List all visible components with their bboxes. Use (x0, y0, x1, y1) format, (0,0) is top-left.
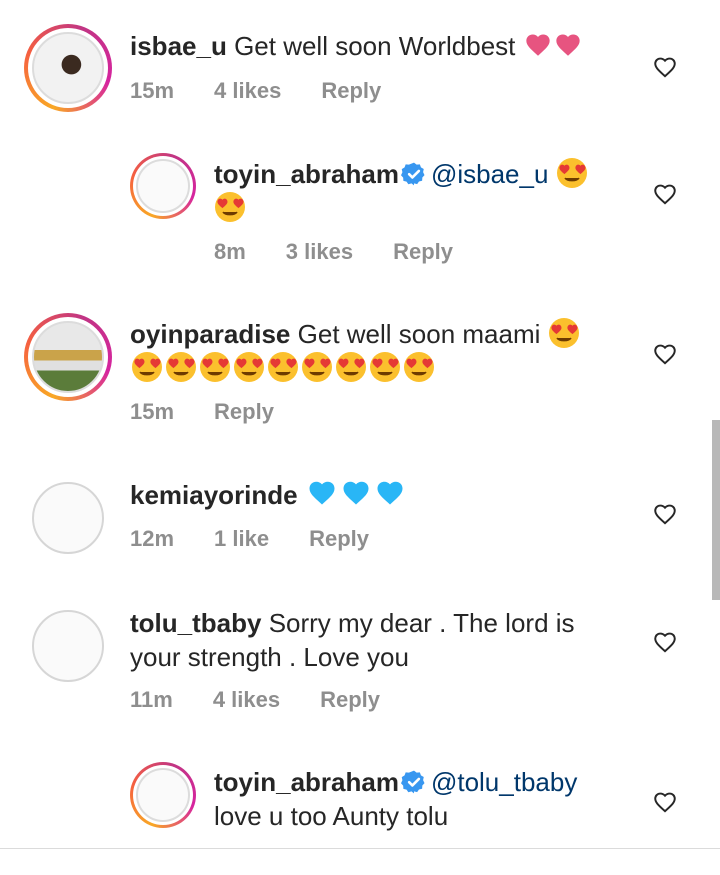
likes-count[interactable]: 1 like (214, 526, 269, 552)
timestamp: 11m (130, 687, 173, 712)
comment-meta: 8m 3 likes Reply (214, 239, 453, 265)
username[interactable]: isbae_u (130, 31, 227, 61)
emoji-row (130, 353, 436, 383)
like-heart-outline-icon[interactable] (652, 629, 678, 655)
heart-eyes-emoji-icon (556, 157, 588, 189)
like-heart-outline-icon[interactable] (652, 341, 678, 367)
reply-button[interactable]: Reply (393, 239, 453, 265)
comment-meta: 15m 4 likes Reply (130, 78, 381, 104)
heart-eyes-emoji-icon (334, 351, 368, 383)
timestamp: 15m (130, 399, 175, 424)
pink-heart-emoji-icon (523, 31, 553, 59)
reply-button[interactable]: Reply (214, 399, 274, 425)
username[interactable]: tolu_tbaby (130, 608, 261, 638)
comment-body: Get well soon Worldbest (234, 31, 516, 61)
comment-body: Get well soon maami (297, 319, 541, 349)
like-heart-outline-icon[interactable] (652, 501, 678, 527)
heart-eyes-emoji-icon (214, 191, 246, 223)
comment-text: kemiayorinde (130, 478, 407, 512)
username[interactable]: toyin_abraham (214, 767, 399, 797)
comment-text: toyin_abraham @isbae_u (214, 157, 634, 225)
divider (0, 848, 720, 849)
heart-eyes-emoji-icon (402, 351, 436, 383)
mention-link[interactable]: @tolu_tbaby (431, 767, 577, 797)
avatar[interactable] (32, 482, 104, 554)
heart-eyes-emoji-icon (368, 351, 402, 383)
like-heart-outline-icon[interactable] (652, 181, 678, 207)
mention-link[interactable]: @isbae_u (431, 159, 548, 189)
comment-body-line-2: your strength . Love you (130, 642, 409, 672)
scrollbar[interactable] (712, 420, 720, 600)
comment-text: isbae_u Get well soon Worldbest (130, 29, 583, 63)
heart-eyes-emoji-icon (130, 351, 164, 383)
reply-button[interactable]: Reply (309, 526, 369, 552)
heart-eyes-emoji-icon (198, 351, 232, 383)
comment-text: tolu_tbaby Sorry my dear . The lord is y… (130, 606, 610, 674)
reply-button[interactable]: Reply (321, 78, 381, 104)
heart-eyes-emoji-icon (300, 351, 334, 383)
comment-meta: 15m Reply (130, 399, 274, 425)
blue-heart-emoji-icon (305, 478, 339, 508)
avatar[interactable] (24, 313, 112, 401)
like-heart-outline-icon[interactable] (652, 789, 678, 815)
comment-meta: 12m 1 like Reply (130, 526, 369, 552)
verified-badge-icon (401, 161, 427, 187)
blue-heart-emoji-icon (339, 478, 373, 508)
heart-eyes-emoji-icon (232, 351, 266, 383)
username[interactable]: oyinparadise (130, 319, 290, 349)
timestamp: 8m (214, 239, 246, 264)
comment-body: love u too Aunty tolu (214, 801, 449, 831)
timestamp: 15m (130, 78, 175, 103)
pink-heart-emoji-icon (553, 31, 583, 59)
comment-body: Sorry my dear . The lord is (268, 608, 575, 638)
avatar[interactable] (130, 153, 196, 219)
avatar[interactable] (24, 24, 112, 112)
comment-text: toyin_abraham @tolu_tbaby love u too Aunt… (214, 765, 634, 833)
heart-eyes-emoji-icon (266, 351, 300, 383)
avatar[interactable] (130, 762, 196, 828)
comment-text: oyinparadise Get well soon maami (130, 317, 610, 385)
timestamp: 12m (130, 526, 175, 551)
heart-eyes-emoji-icon (548, 317, 580, 349)
likes-count[interactable]: 4 likes (213, 687, 280, 713)
like-heart-outline-icon[interactable] (652, 54, 678, 80)
reply-button[interactable]: Reply (320, 687, 380, 713)
avatar[interactable] (32, 610, 104, 682)
username[interactable]: toyin_abraham (214, 159, 399, 189)
verified-badge-icon (401, 769, 427, 795)
likes-count[interactable]: 3 likes (286, 239, 353, 265)
username[interactable]: kemiayorinde (130, 480, 298, 510)
likes-count[interactable]: 4 likes (214, 78, 281, 104)
blue-heart-emoji-icon (373, 478, 407, 508)
heart-eyes-emoji-icon (164, 351, 198, 383)
comment-meta: 11m 4 likes Reply (130, 687, 380, 713)
